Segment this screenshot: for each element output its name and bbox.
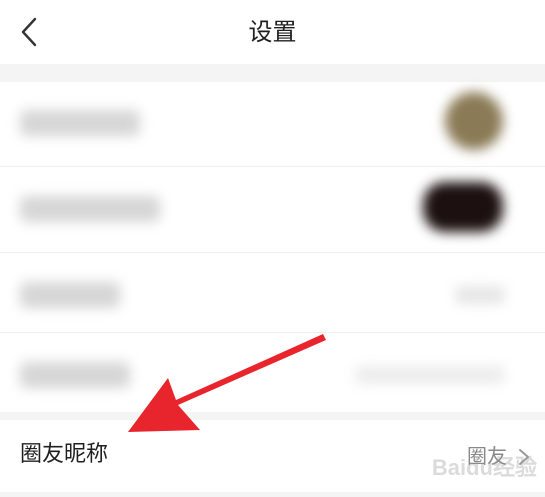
blurred-row [0, 82, 545, 166]
bottom-divider [0, 492, 545, 497]
section-gap [0, 412, 545, 420]
blurred-row [0, 168, 545, 252]
page-title: 设置 [248, 18, 297, 46]
nickname-label: 圈友昵称 [20, 442, 109, 467]
avatar [445, 92, 503, 150]
blurred-row [0, 254, 545, 338]
blurred-row [0, 334, 545, 418]
avatar [423, 182, 503, 232]
section-gap [0, 64, 545, 82]
watermark: Baidu经验 [431, 455, 537, 480]
top-bar: 设置 [0, 0, 545, 64]
blurred-settings-list [0, 82, 545, 412]
